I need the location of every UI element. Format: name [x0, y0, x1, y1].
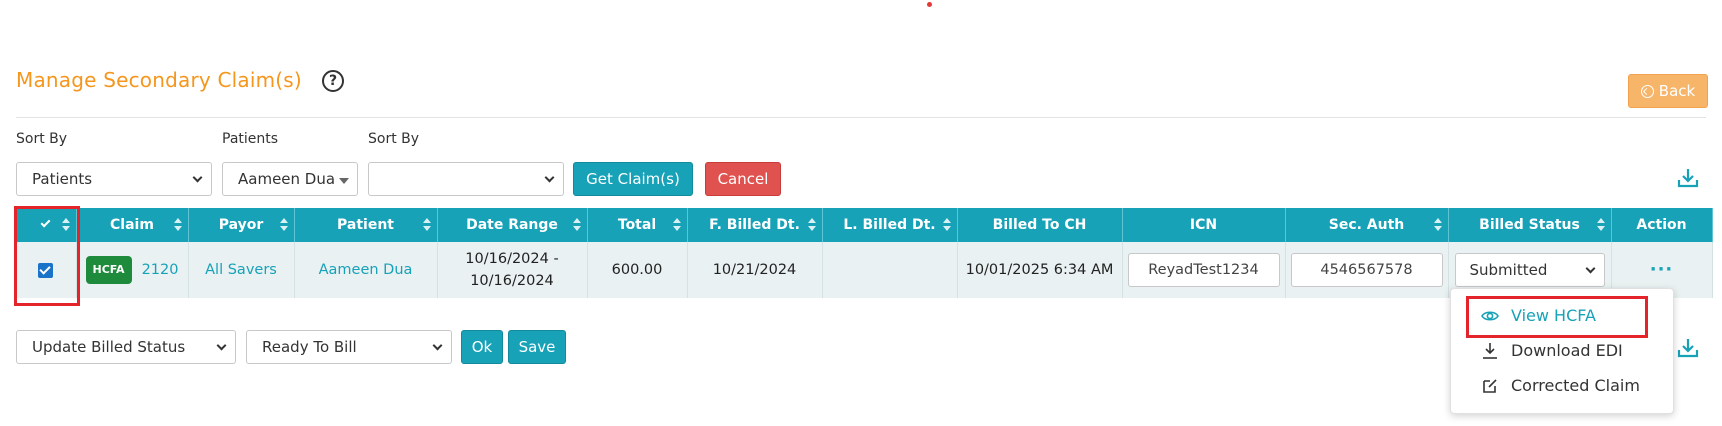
menu-item-label: Corrected Claim: [1511, 376, 1640, 395]
patients-value: Aameen Dua: [238, 170, 336, 188]
payor-cell: All Savers: [188, 242, 295, 298]
page: Manage Secondary Claim(s) ? Back Sort By…: [0, 0, 1722, 426]
patients-label: Patients: [222, 131, 279, 147]
download-icon: [1483, 342, 1497, 359]
column-header-patient[interactable]: Patient: [294, 208, 438, 242]
hcfa-badge: HCFA: [85, 256, 132, 284]
column-header-date-range[interactable]: Date Range: [437, 208, 588, 242]
save-button[interactable]: Save: [508, 330, 566, 364]
date-range-to: 10/16/2024: [470, 273, 554, 289]
column-header-billed-to-ch: Billed To CH: [957, 208, 1123, 242]
more-actions-icon[interactable]: ···: [1650, 259, 1674, 280]
claim-cell: HCFA 2120: [76, 242, 189, 298]
sort-icon[interactable]: [572, 218, 581, 232]
sort-icon[interactable]: [422, 218, 431, 232]
page-title: Manage Secondary Claim(s): [16, 68, 302, 92]
billed-to-ch-cell: 10/01/2025 6:34 AM: [957, 242, 1123, 298]
table-header-row: Claim Payor Patient Date Range Total F. …: [16, 208, 1713, 242]
caret-down-icon: [339, 178, 349, 184]
back-button[interactable]: Back: [1628, 74, 1708, 108]
edit-icon: [1483, 378, 1497, 393]
sort-by-label: Sort By: [16, 131, 68, 147]
column-header-f-billed-dt[interactable]: F. Billed Dt.: [687, 208, 823, 242]
checkbox-highlight: [14, 206, 80, 306]
update-billed-status-select[interactable]: Update Billed Status: [16, 330, 236, 364]
patient-cell: Aameen Dua: [294, 242, 438, 298]
sec-auth-cell: 4546567578: [1285, 242, 1449, 298]
menu-item-download-edi[interactable]: Download EDI: [1481, 341, 1623, 360]
icn-cell: ReyadTest1234: [1122, 242, 1286, 298]
billed-status-select[interactable]: Submitted: [1454, 253, 1605, 287]
ready-to-bill-select[interactable]: Ready To Bill: [246, 330, 452, 364]
question-circle-icon[interactable]: ?: [322, 70, 344, 92]
f-billed-dt-cell: 10/21/2024: [687, 242, 823, 298]
date-range-cell: 10/16/2024 - 10/16/2024: [437, 242, 588, 298]
ok-button[interactable]: Ok: [461, 330, 503, 364]
icn-input[interactable]: ReyadTest1234: [1127, 253, 1280, 287]
divider: [16, 117, 1706, 118]
claim-link[interactable]: 2120: [142, 262, 179, 278]
sort-icon[interactable]: [1433, 218, 1442, 232]
sec-auth-input[interactable]: 4546567578: [1290, 253, 1443, 287]
sort-by-label-2: Sort By: [368, 131, 420, 147]
download-icon[interactable]: [1677, 338, 1699, 358]
column-header-sec-auth[interactable]: Sec. Auth: [1285, 208, 1449, 242]
patients-select[interactable]: Aameen Dua: [222, 162, 358, 196]
column-header-billed-status[interactable]: Billed Status: [1448, 208, 1612, 242]
sort-by-select-2[interactable]: [368, 162, 564, 196]
column-header-action: Action: [1611, 208, 1713, 242]
back-button-label: Back: [1658, 82, 1696, 100]
total-cell: 600.00: [587, 242, 688, 298]
sort-by-select[interactable]: Patients: [16, 162, 212, 196]
arrow-left-circle-icon: [1640, 84, 1654, 98]
view-hcfa-highlight: [1466, 296, 1648, 338]
chevron-down-icon: [192, 172, 203, 183]
menu-item-label: Download EDI: [1511, 341, 1623, 360]
sort-icon[interactable]: [942, 218, 951, 232]
patient-link[interactable]: Aameen Dua: [319, 262, 413, 278]
chevron-down-icon: [544, 172, 555, 183]
cancel-button[interactable]: Cancel: [705, 162, 781, 196]
download-icon[interactable]: [1677, 168, 1699, 188]
chevron-down-icon: [216, 340, 227, 351]
ready-to-bill-value: Ready To Bill: [262, 338, 357, 356]
sort-icon[interactable]: [173, 218, 182, 232]
indicator-dot: [927, 2, 932, 7]
sort-icon[interactable]: [672, 218, 681, 232]
date-range-from: 10/16/2024 -: [465, 251, 559, 267]
payor-link[interactable]: All Savers: [205, 262, 277, 278]
column-header-total[interactable]: Total: [587, 208, 688, 242]
column-header-claim[interactable]: Claim: [76, 208, 189, 242]
column-header-l-billed-dt[interactable]: L. Billed Dt.: [822, 208, 958, 242]
column-header-icn: ICN: [1122, 208, 1286, 242]
get-claims-button[interactable]: Get Claim(s): [573, 162, 693, 196]
sort-icon[interactable]: [279, 218, 288, 232]
l-billed-dt-cell: [822, 242, 958, 298]
claims-table: Claim Payor Patient Date Range Total F. …: [16, 208, 1713, 298]
column-header-payor[interactable]: Payor: [188, 208, 295, 242]
update-billed-status-value: Update Billed Status: [32, 338, 186, 356]
chevron-down-icon: [1585, 263, 1595, 274]
billed-status-value: Submitted: [1469, 261, 1548, 279]
sort-by-value: Patients: [32, 170, 93, 188]
chevron-down-icon: [432, 340, 443, 351]
menu-item-corrected-claim[interactable]: Corrected Claim: [1481, 376, 1640, 395]
sort-icon[interactable]: [807, 218, 816, 232]
sort-icon[interactable]: [1596, 218, 1605, 232]
